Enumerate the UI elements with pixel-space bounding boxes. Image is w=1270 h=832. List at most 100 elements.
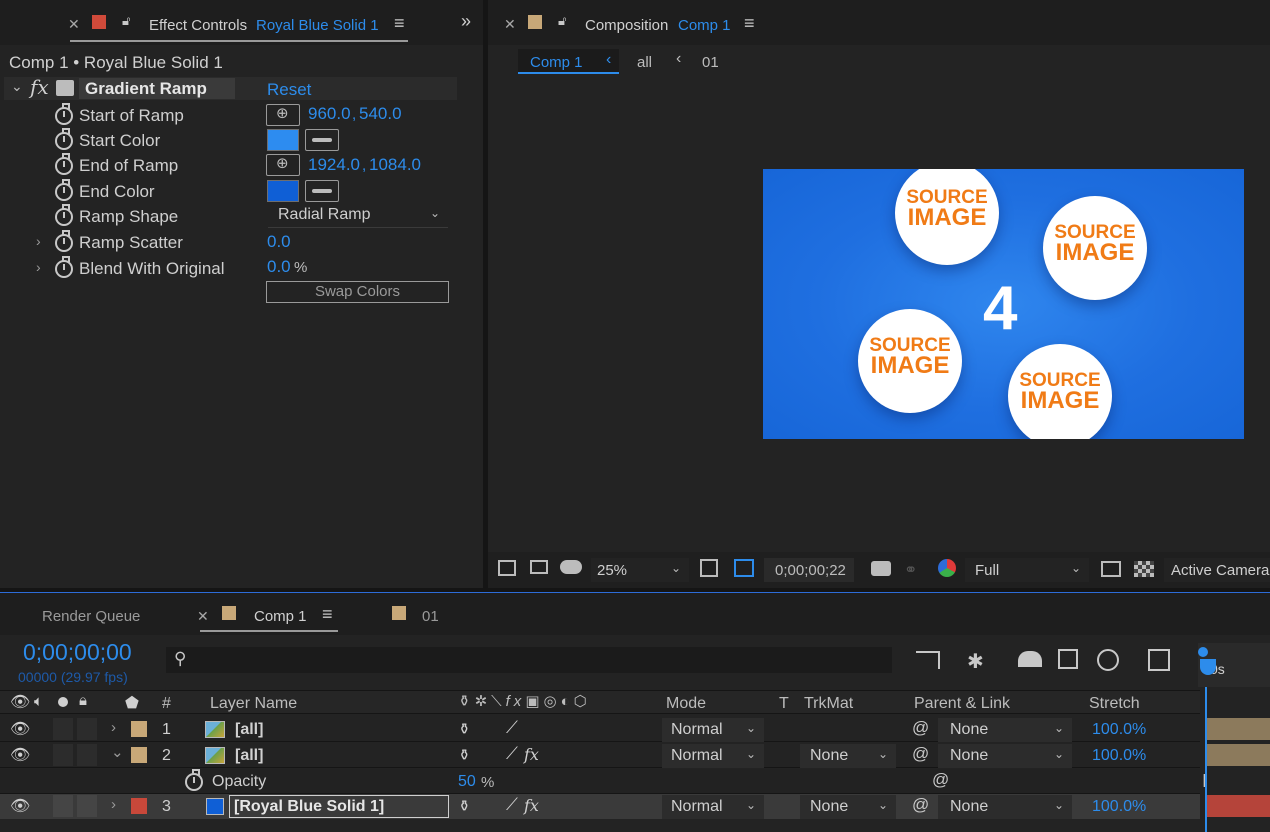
comp-nav-item[interactable]: all <box>637 54 652 71</box>
close-icon[interactable]: ✕ <box>504 16 516 33</box>
end-color-swatch[interactable] <box>267 180 299 202</box>
audio-toggle[interactable] <box>53 718 73 740</box>
start-of-ramp-y[interactable]: 540.0 <box>359 104 402 124</box>
close-icon[interactable]: ✕ <box>197 608 209 625</box>
effect-name-box[interactable]: Gradient Ramp <box>79 78 235 99</box>
expand-chevron-icon[interactable]: › <box>111 719 116 736</box>
expand-panels-icon[interactable]: » <box>461 11 471 32</box>
back-arrow-icon[interactable]: ‹ <box>676 50 681 68</box>
parent-dropdown[interactable]: None ⌄ <box>938 744 1072 768</box>
layer-name[interactable]: [all] <box>235 721 263 739</box>
end-of-ramp-y[interactable]: 1084.0 <box>369 155 421 175</box>
parent-dropdown[interactable]: None ⌄ <box>938 718 1072 742</box>
tab-01[interactable]: 01 <box>422 608 439 625</box>
tab-render-queue[interactable]: Render Queue <box>42 608 140 625</box>
eyedropper-icon[interactable] <box>305 180 339 202</box>
pickwhip-icon[interactable]: @ <box>912 718 929 738</box>
expand-chevron-icon[interactable]: › <box>36 259 41 275</box>
layer-row-selected[interactable]: 👁︎ › 3 [Royal Blue Solid 1] ⚱ ⟋ fx Norma… <box>0 794 1200 819</box>
lock-toggle[interactable] <box>77 718 97 740</box>
stretch-value[interactable]: 100.0% <box>1092 721 1146 739</box>
stopwatch-icon[interactable] <box>55 256 73 278</box>
start-of-ramp-x[interactable]: 960.0 <box>308 104 351 124</box>
layer-search-input[interactable]: ⚲ <box>166 647 892 673</box>
fast-previews-icon[interactable] <box>1101 561 1121 577</box>
motion-blur-icon[interactable] <box>1097 649 1119 671</box>
effect-controls-tab[interactable]: ✕ 🔓︎ Effect Controls Royal Blue Solid 1 … <box>0 0 483 45</box>
close-icon[interactable]: ✕ <box>68 16 80 33</box>
region-of-interest-icon[interactable] <box>734 559 754 577</box>
stopwatch-icon[interactable] <box>185 769 203 791</box>
composition-preview[interactable]: SOURCE IMAGE SOURCE IMAGE SOURCE IMAGE S… <box>763 169 1244 439</box>
point-target-icon[interactable] <box>266 154 300 176</box>
mode-dropdown[interactable]: Normal ⌄ <box>662 744 764 768</box>
ramp-scatter-value[interactable]: 0.0 <box>267 232 291 252</box>
lock-icon[interactable]: 🔒︎ <box>79 692 87 709</box>
lock-icon[interactable]: 🔓︎ <box>558 13 566 29</box>
blend-value[interactable]: 0.0 <box>267 257 291 277</box>
timecode-field[interactable]: 0;00;00;22 <box>764 558 854 582</box>
header-layer-name[interactable]: Layer Name <box>210 695 297 713</box>
start-color-swatch[interactable] <box>267 129 299 151</box>
ramp-shape-dropdown[interactable]: Radial Ramp ⌄ <box>268 204 448 228</box>
label-tag-icon[interactable]: ⬟ <box>125 693 139 713</box>
comp-nav-item[interactable]: 01 <box>702 54 719 71</box>
header-mode[interactable]: Mode <box>666 695 706 713</box>
playhead-icon[interactable] <box>1200 659 1216 675</box>
fx-icon[interactable]: fx <box>30 75 49 99</box>
lock-icon[interactable]: 🔓︎ <box>122 13 130 29</box>
lock-toggle[interactable] <box>77 744 97 766</box>
mode-dropdown[interactable]: Normal ⌄ <box>662 718 764 742</box>
stopwatch-icon[interactable] <box>55 204 73 226</box>
end-of-ramp-x[interactable]: 1924.0 <box>308 155 360 175</box>
trkmat-dropdown[interactable]: None ⌄ <box>800 744 896 768</box>
shy-switch-icon[interactable]: ⚱ <box>458 746 471 764</box>
audio-toggle[interactable] <box>53 795 73 817</box>
label-color[interactable] <box>131 747 147 763</box>
opacity-value[interactable]: 50 <box>458 773 476 791</box>
eye-icon[interactable]: 👁︎ <box>10 796 30 816</box>
eye-icon[interactable]: 👁︎ <box>10 719 30 739</box>
composition-mini-flowchart-icon[interactable] <box>916 651 940 669</box>
fx-switch-icon[interactable]: fx <box>524 745 539 764</box>
channels-icon[interactable] <box>938 559 956 577</box>
resolution-dropdown[interactable]: Full ⌄ <box>965 558 1089 582</box>
expand-chevron-icon[interactable]: › <box>111 796 116 813</box>
back-arrow-icon[interactable]: ‹ <box>606 51 611 69</box>
layer-row[interactable]: 👁︎ ⌄ 2 [all] ⚱ ⟋ fx Normal ⌄ None ⌄ @ No… <box>0 743 1200 768</box>
panel-menu-icon[interactable]: ≡ <box>322 604 333 625</box>
point-target-icon[interactable] <box>266 104 300 126</box>
collapse-chevron-icon[interactable]: ⌄ <box>11 78 23 95</box>
work-area-start[interactable] <box>1198 647 1208 657</box>
stretch-value[interactable]: 100.0% <box>1092 798 1146 816</box>
stopwatch-icon[interactable] <box>55 128 73 150</box>
solo-icon[interactable] <box>58 697 68 707</box>
camera-dropdown[interactable]: Active Camera <box>1164 558 1270 582</box>
time-ruler[interactable]: 0s <box>1198 643 1270 687</box>
always-preview-icon[interactable] <box>498 560 516 576</box>
quality-switch-icon[interactable]: ⟋ <box>506 744 518 764</box>
grid-guide-icon[interactable] <box>700 559 718 577</box>
shy-switch-icon[interactable]: ⚱ <box>458 797 471 815</box>
eye-icon[interactable]: 👁︎ <box>10 745 30 765</box>
frame-blending-icon[interactable] <box>1058 649 1078 669</box>
lock-toggle[interactable] <box>77 795 97 817</box>
tab-comp1[interactable]: Comp 1 <box>254 608 307 625</box>
mode-dropdown[interactable]: Normal ⌄ <box>662 795 764 819</box>
opacity-row[interactable]: Opacity 50 % @ <box>0 769 1200 794</box>
fx-switch-icon[interactable]: fx <box>524 796 539 815</box>
collapse-chevron-icon[interactable]: ⌄ <box>111 743 124 761</box>
parent-dropdown[interactable]: None ⌄ <box>938 795 1072 819</box>
audio-icon[interactable]: 🔈︎ <box>34 693 43 710</box>
monitor-icon[interactable] <box>530 560 548 574</box>
shy-layers-icon[interactable] <box>1018 651 1042 667</box>
mask-icon[interactable] <box>560 560 582 574</box>
pickwhip-icon[interactable]: @ <box>912 795 929 815</box>
trkmat-dropdown[interactable]: None ⌄ <box>800 795 896 819</box>
zoom-dropdown[interactable]: 25% ⌄ <box>591 558 689 582</box>
eye-icon[interactable]: 👁︎ <box>10 692 30 712</box>
layer-name[interactable]: [all] <box>235 747 263 765</box>
switches-icons[interactable]: ⚱✲⟍fx▣◎◐⬡ <box>458 692 591 710</box>
stretch-value[interactable]: 100.0% <box>1092 747 1146 765</box>
quality-switch-icon[interactable]: ⟋ <box>506 718 518 738</box>
